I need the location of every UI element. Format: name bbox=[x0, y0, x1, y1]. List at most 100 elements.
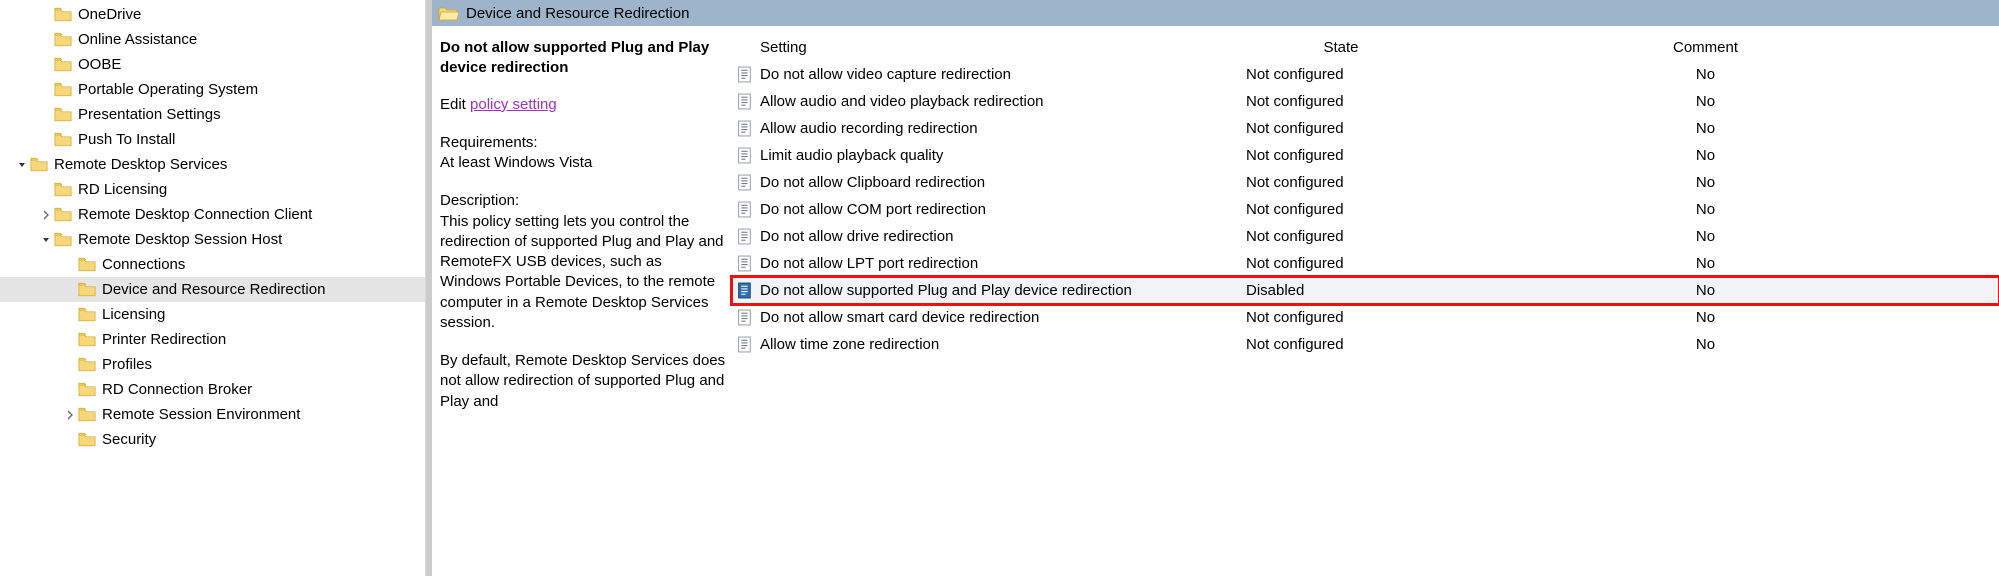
policy-row[interactable]: Do not allow Clipboard redirectionNot co… bbox=[732, 169, 1999, 196]
tree-item[interactable]: RD Connection Broker bbox=[0, 377, 425, 402]
tree-item-label: Device and Resource Redirection bbox=[102, 281, 325, 298]
folder-icon bbox=[78, 357, 96, 372]
policy-state: Not configured bbox=[1246, 66, 1436, 83]
right-header: Device and Resource Redirection bbox=[432, 0, 1999, 26]
policy-state: Not configured bbox=[1246, 174, 1436, 191]
policy-row[interactable]: Do not allow drive redirectionNot config… bbox=[732, 223, 1999, 250]
tree-item[interactable]: Security bbox=[0, 427, 425, 452]
policy-state: Not configured bbox=[1246, 336, 1436, 353]
folder-icon bbox=[54, 7, 72, 22]
policy-row[interactable]: Limit audio playback qualityNot configur… bbox=[732, 142, 1999, 169]
tree-item[interactable]: OneDrive bbox=[0, 2, 425, 27]
policy-row[interactable]: Do not allow supported Plug and Play dev… bbox=[732, 277, 1999, 304]
policy-row[interactable]: Allow audio recording redirectionNot con… bbox=[732, 115, 1999, 142]
requirements-label: Requirements: bbox=[440, 133, 726, 153]
chevron-right-icon[interactable] bbox=[62, 407, 78, 423]
col-setting-header[interactable]: Setting bbox=[758, 39, 1246, 56]
folder-icon bbox=[78, 307, 96, 322]
tree-item[interactable]: Licensing bbox=[0, 302, 425, 327]
policy-icon bbox=[737, 201, 754, 218]
policy-row[interactable]: Allow time zone redirectionNot configure… bbox=[732, 331, 1999, 358]
tree-item[interactable]: Push To Install bbox=[0, 127, 425, 152]
policy-comment: No bbox=[1436, 201, 1999, 218]
policy-setting: Allow audio and video playback redirecti… bbox=[758, 93, 1246, 110]
tree-item[interactable]: Profiles bbox=[0, 352, 425, 377]
policy-state: Not configured bbox=[1246, 93, 1436, 110]
policy-icon bbox=[737, 66, 754, 83]
tree-item[interactable]: Device and Resource Redirection bbox=[0, 277, 425, 302]
policy-comment: No bbox=[1436, 228, 1999, 245]
edit-line: Edit policy setting bbox=[440, 95, 726, 115]
tree-item-label: OneDrive bbox=[78, 6, 141, 23]
list-header[interactable]: Setting State Comment bbox=[732, 34, 1999, 61]
policy-comment: No bbox=[1436, 93, 1999, 110]
policy-setting: Limit audio playback quality bbox=[758, 147, 1246, 164]
tree-item-label: RD Connection Broker bbox=[102, 381, 252, 398]
col-comment-header[interactable]: Comment bbox=[1436, 39, 1999, 56]
right-pane: Device and Resource Redirection Do not a… bbox=[426, 0, 1999, 576]
edit-policy-link[interactable]: policy setting bbox=[470, 96, 557, 113]
policy-setting: Do not allow supported Plug and Play dev… bbox=[758, 282, 1246, 299]
policy-state: Not configured bbox=[1246, 147, 1436, 164]
tree-item-label: OOBE bbox=[78, 56, 121, 73]
policy-state: Not configured bbox=[1246, 228, 1436, 245]
policy-setting: Do not allow smart card device redirecti… bbox=[758, 309, 1246, 326]
policy-comment: No bbox=[1436, 282, 1999, 299]
policy-comment: No bbox=[1436, 147, 1999, 164]
folder-icon bbox=[54, 232, 72, 247]
folder-icon bbox=[54, 182, 72, 197]
policy-setting: Do not allow Clipboard redirection bbox=[758, 174, 1246, 191]
tree-item[interactable]: Remote Desktop Services bbox=[0, 152, 425, 177]
policy-comment: No bbox=[1436, 336, 1999, 353]
policy-row[interactable]: Do not allow video capture redirectionNo… bbox=[732, 61, 1999, 88]
tree-item[interactable]: Remote Session Environment bbox=[0, 402, 425, 427]
folder-icon bbox=[78, 382, 96, 397]
policy-state: Not configured bbox=[1246, 201, 1436, 218]
tree-item-label: RD Licensing bbox=[78, 181, 167, 198]
policy-row[interactable]: Do not allow LPT port redirectionNot con… bbox=[732, 250, 1999, 277]
tree-item[interactable]: Connections bbox=[0, 252, 425, 277]
policy-setting: Do not allow LPT port redirection bbox=[758, 255, 1246, 272]
policy-list-pane: Setting State Comment Do not allow video… bbox=[732, 26, 1999, 576]
description-label: Description: bbox=[440, 191, 726, 211]
chevron-right-icon[interactable] bbox=[38, 207, 54, 223]
policy-setting: Do not allow drive redirection bbox=[758, 228, 1246, 245]
tree-item-label: Profiles bbox=[102, 356, 152, 373]
folder-icon bbox=[54, 32, 72, 47]
tree-item[interactable]: Printer Redirection bbox=[0, 327, 425, 352]
policy-row[interactable]: Do not allow COM port redirectionNot con… bbox=[732, 196, 1999, 223]
folder-icon bbox=[54, 132, 72, 147]
policy-title: Do not allow supported Plug and Play dev… bbox=[440, 38, 726, 79]
folder-icon bbox=[78, 407, 96, 422]
policy-row[interactable]: Allow audio and video playback redirecti… bbox=[732, 88, 1999, 115]
folder-icon bbox=[54, 82, 72, 97]
policy-icon bbox=[737, 174, 754, 191]
col-state-header[interactable]: State bbox=[1246, 39, 1436, 56]
policy-comment: No bbox=[1436, 309, 1999, 326]
tree-item-label: Push To Install bbox=[78, 131, 175, 148]
tree-item-label: Online Assistance bbox=[78, 31, 197, 48]
policy-setting: Do not allow COM port redirection bbox=[758, 201, 1246, 218]
policy-state: Not configured bbox=[1246, 309, 1436, 326]
policy-icon bbox=[737, 93, 754, 110]
tree-item-label: Remote Desktop Connection Client bbox=[78, 206, 312, 223]
tree-item[interactable]: OOBE bbox=[0, 52, 425, 77]
tree-pane[interactable]: OneDrive Online Assistance OOBE Portable Op… bbox=[0, 0, 426, 576]
tree-item[interactable]: Portable Operating System bbox=[0, 77, 425, 102]
policy-icon bbox=[737, 282, 754, 299]
tree-item[interactable]: Remote Desktop Session Host bbox=[0, 227, 425, 252]
folder-icon bbox=[78, 432, 96, 447]
tree-item[interactable]: RD Licensing bbox=[0, 177, 425, 202]
tree-item-label: Remote Session Environment bbox=[102, 406, 300, 423]
policy-state: Not configured bbox=[1246, 255, 1436, 272]
policy-row[interactable]: Do not allow smart card device redirecti… bbox=[732, 304, 1999, 331]
description-text: This policy setting lets you control the… bbox=[440, 212, 726, 334]
tree-item[interactable]: Online Assistance bbox=[0, 27, 425, 52]
folder-icon bbox=[54, 107, 72, 122]
tree-item[interactable]: Presentation Settings bbox=[0, 102, 425, 127]
chevron-down-icon[interactable] bbox=[14, 157, 30, 173]
folder-open-icon bbox=[438, 5, 458, 21]
chevron-down-icon[interactable] bbox=[38, 232, 54, 248]
folder-icon bbox=[30, 157, 48, 172]
tree-item[interactable]: Remote Desktop Connection Client bbox=[0, 202, 425, 227]
